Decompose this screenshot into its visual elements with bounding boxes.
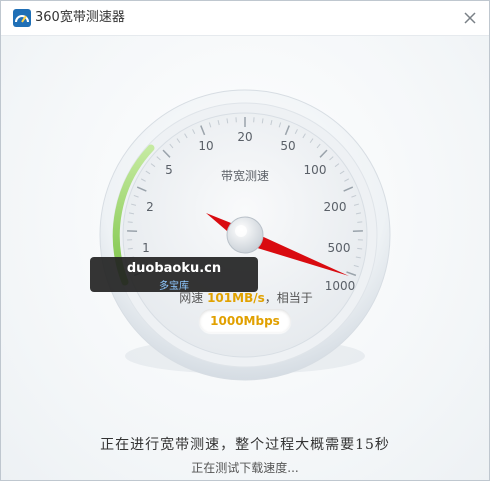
gauge-label-1: 1 [142, 241, 150, 255]
gauge-label-5: 5 [165, 163, 173, 177]
title-bar[interactable]: 360宽带测速器 [1, 1, 489, 36]
rate-value: 101MB/s [207, 291, 265, 305]
main-panel: 1 2 5 10 20 50 100 200 500 1000 带宽测速 网速 … [1, 36, 489, 480]
bandwidth-badge: 1000Mbps [199, 309, 291, 333]
close-icon [464, 12, 476, 24]
watermark-label: 多宝库 [159, 281, 189, 292]
gauge-label-100: 100 [303, 163, 327, 177]
gauge-label-10: 10 [198, 139, 214, 153]
gauge-tick [357, 221, 363, 223]
status-message: 正在进行宽带测速，整个过程大概需要15秒 [100, 437, 390, 453]
watermark-overlay: duobaoku.cn 多宝库 [90, 257, 258, 292]
gauge-tick [127, 221, 133, 223]
gauge-label-2: 2 [146, 200, 154, 214]
bandwidth-value: 1000Mbps [210, 314, 280, 328]
status-detail: 正在测试下载速度... [191, 461, 299, 475]
watermark-domain: duobaoku.cn [126, 261, 222, 276]
gauge-label-200: 200 [323, 200, 347, 214]
gauge-title: 带宽测速 [220, 169, 269, 183]
gauge-label-500: 500 [327, 241, 351, 255]
app-window: 360宽带测速器 1 2 5 10 20 50 100 200 500 1000… [0, 0, 490, 481]
rate-suffix: ，相当于 [264, 291, 313, 305]
speedometer-app-icon [13, 9, 31, 27]
window-title: 360宽带测速器 [35, 10, 125, 25]
gauge-graphic [99, 89, 391, 381]
rate-prefix: 网速 [179, 291, 204, 305]
close-button[interactable] [459, 7, 481, 29]
gauge-label-20: 20 [237, 130, 253, 144]
speed-gauge: 1 2 5 10 20 50 100 200 500 1000 带宽测速 网速 … [1, 36, 489, 426]
gauge-label-50: 50 [280, 139, 296, 153]
